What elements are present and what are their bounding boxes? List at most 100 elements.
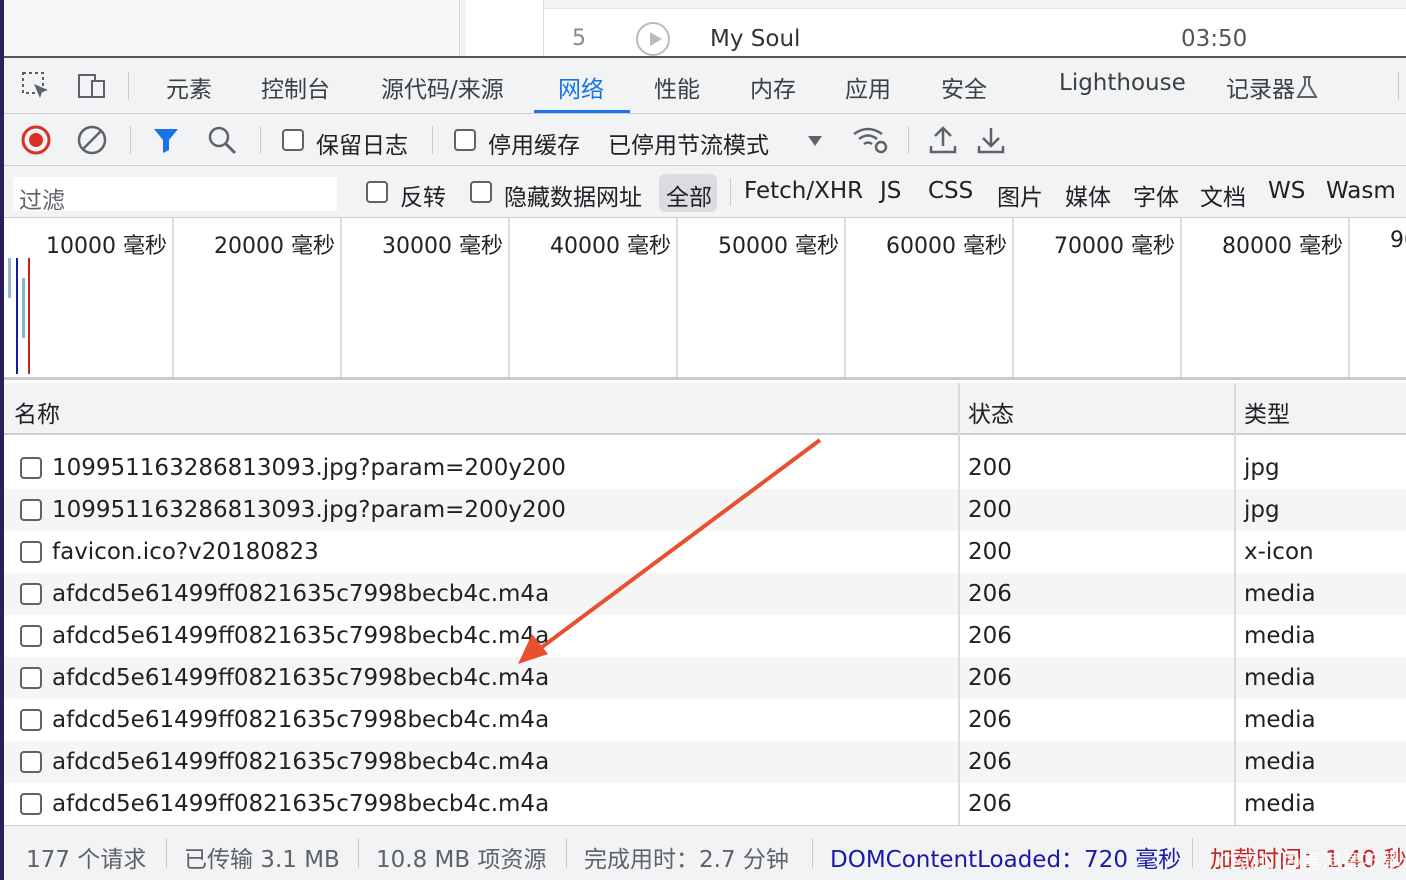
tab-sources[interactable]: 源代码/来源 xyxy=(381,70,504,104)
export-har-icon[interactable] xyxy=(976,124,1006,156)
divider xyxy=(432,126,433,154)
row-checkbox[interactable] xyxy=(20,625,42,647)
network-conditions-icon[interactable] xyxy=(850,124,890,156)
devtools-panel: 元素 控制台 源代码/来源 网络 性能 内存 应用 安全 Lighthouse … xyxy=(4,58,1406,880)
row-checkbox[interactable] xyxy=(20,793,42,815)
column-header-status[interactable]: 状态 xyxy=(968,395,1014,429)
request-name[interactable]: afdcd5e61499ff0821635c7998becb4c.m4a xyxy=(52,581,549,607)
timeline-tick: 10000 毫秒 xyxy=(46,234,167,259)
column-divider[interactable] xyxy=(1234,383,1236,435)
disable-cache-checkbox[interactable] xyxy=(454,129,476,151)
request-type: x-icon xyxy=(1244,539,1314,565)
request-name[interactable]: afdcd5e61499ff0821635c7998becb4c.m4a xyxy=(52,707,549,733)
device-toolbar-icon[interactable] xyxy=(76,70,108,102)
column-header-name[interactable]: 名称 xyxy=(14,395,60,429)
request-type: media xyxy=(1244,581,1316,607)
filter-type-font[interactable]: 字体 xyxy=(1133,178,1179,212)
filter-placeholder: 过滤 xyxy=(19,188,65,214)
table-row[interactable]: afdcd5e61499ff0821635c7998becb4c.m4a 206… xyxy=(4,741,1406,783)
song-title[interactable]: My Soul xyxy=(710,26,800,52)
row-checkbox[interactable] xyxy=(20,499,42,521)
row-checkbox[interactable] xyxy=(20,667,42,689)
table-row[interactable]: afdcd5e61499ff0821635c7998becb4c.m4a 206… xyxy=(4,783,1406,825)
preserve-log-checkbox[interactable] xyxy=(282,129,304,151)
watermark: CSDN @黑洞是不黑 xyxy=(1218,850,1402,874)
tab-lighthouse[interactable]: Lighthouse xyxy=(1059,70,1186,96)
disable-cache-label[interactable]: 停用缓存 xyxy=(488,126,580,160)
inspect-element-icon[interactable] xyxy=(20,70,52,102)
requests-table-header: 名称 状态 类型 xyxy=(4,383,1406,435)
record-stop-icon[interactable] xyxy=(20,124,52,156)
divider xyxy=(730,178,731,206)
tab-elements[interactable]: 元素 xyxy=(166,70,212,104)
table-row[interactable]: afdcd5e61499ff0821635c7998becb4c.m4a 206… xyxy=(4,615,1406,657)
hide-data-urls-label[interactable]: 隐藏数据网址 xyxy=(504,178,642,212)
table-row[interactable]: afdcd5e61499ff0821635c7998becb4c.m4a 206… xyxy=(4,573,1406,615)
filter-icon[interactable] xyxy=(152,126,180,154)
request-status: 206 xyxy=(968,749,1012,775)
row-checkbox[interactable] xyxy=(20,583,42,605)
filter-bar: 过滤 反转 隐藏数据网址 全部 Fetch/XHR JS CSS 图片 媒体 字… xyxy=(4,166,1406,218)
row-checkbox[interactable] xyxy=(20,709,42,731)
divider xyxy=(812,838,813,868)
chevron-down-icon[interactable] xyxy=(806,134,824,148)
preserve-log-label[interactable]: 保留日志 xyxy=(316,126,408,160)
throttling-select[interactable]: 已停用节流模式 xyxy=(608,126,769,160)
song-row[interactable] xyxy=(544,8,1406,56)
request-name[interactable]: afdcd5e61499ff0821635c7998becb4c.m4a xyxy=(52,749,549,775)
page-column-left xyxy=(4,0,460,56)
request-name[interactable]: afdcd5e61499ff0821635c7998becb4c.m4a xyxy=(52,665,549,691)
filter-type-all[interactable]: 全部 xyxy=(666,178,712,212)
table-row[interactable]: afdcd5e61499ff0821635c7998becb4c.m4a 206… xyxy=(4,657,1406,699)
column-divider xyxy=(1234,435,1236,825)
table-row[interactable]: 109951163286813093.jpg?param=200y200 200… xyxy=(4,447,1406,489)
request-type: jpg xyxy=(1244,497,1280,523)
request-name[interactable]: afdcd5e61499ff0821635c7998becb4c.m4a xyxy=(52,623,549,649)
filter-type-ws[interactable]: WS xyxy=(1268,178,1305,204)
request-name[interactable]: afdcd5e61499ff0821635c7998becb4c.m4a xyxy=(52,791,549,817)
timeline-tick: 70000 毫秒 xyxy=(1054,234,1175,259)
filter-type-js[interactable]: JS xyxy=(880,178,901,204)
request-count: 177 个请求 xyxy=(26,847,147,873)
request-name[interactable]: 109951163286813093.jpg?param=200y200 xyxy=(52,455,566,481)
row-checkbox[interactable] xyxy=(20,751,42,773)
network-overview[interactable]: 10000 毫秒 20000 毫秒 30000 毫秒 40000 毫秒 5000… xyxy=(4,218,1406,380)
filter-type-media[interactable]: 媒体 xyxy=(1065,178,1111,212)
tab-recorder[interactable]: 记录器 xyxy=(1226,70,1295,104)
search-icon[interactable] xyxy=(206,124,238,156)
row-checkbox[interactable] xyxy=(20,457,42,479)
filter-input[interactable]: 过滤 xyxy=(12,176,338,214)
filter-type-img[interactable]: 图片 xyxy=(997,178,1043,212)
column-divider[interactable] xyxy=(958,383,960,435)
timeline-tick: 60000 毫秒 xyxy=(886,234,1007,259)
play-icon[interactable] xyxy=(636,22,670,56)
invert-checkbox[interactable] xyxy=(366,181,388,203)
filter-type-css[interactable]: CSS xyxy=(928,178,973,204)
clear-icon[interactable] xyxy=(76,124,108,156)
request-name[interactable]: favicon.ico?v20180823 xyxy=(52,539,319,565)
filter-type-wasm[interactable]: Wasm xyxy=(1326,178,1396,204)
filter-type-fetch-xhr[interactable]: Fetch/XHR xyxy=(744,178,863,204)
tab-console[interactable]: 控制台 xyxy=(261,70,330,104)
finish-time: 完成用时：2.7 分钟 xyxy=(584,847,789,873)
divider xyxy=(128,72,129,100)
table-row[interactable]: 109951163286813093.jpg?param=200y200 200… xyxy=(4,489,1406,531)
import-har-icon[interactable] xyxy=(928,124,958,156)
filter-type-doc[interactable]: 文档 xyxy=(1200,178,1246,212)
tab-network[interactable]: 网络 xyxy=(558,70,604,104)
tab-application[interactable]: 应用 xyxy=(845,70,891,104)
request-bar xyxy=(8,258,11,298)
row-checkbox[interactable] xyxy=(20,541,42,563)
transferred-size: 已传输 3.1 MB xyxy=(184,847,340,873)
tab-performance[interactable]: 性能 xyxy=(654,70,700,104)
column-header-type[interactable]: 类型 xyxy=(1244,395,1290,429)
request-name[interactable]: 109951163286813093.jpg?param=200y200 xyxy=(52,497,566,523)
column-divider xyxy=(958,435,960,825)
invert-label[interactable]: 反转 xyxy=(400,178,446,212)
hide-data-urls-checkbox[interactable] xyxy=(470,181,492,203)
tab-security[interactable]: 安全 xyxy=(941,70,987,104)
table-row[interactable]: afdcd5e61499ff0821635c7998becb4c.m4a 206… xyxy=(4,699,1406,741)
table-row[interactable]: favicon.ico?v20180823 200 x-icon xyxy=(4,531,1406,573)
tab-memory[interactable]: 内存 xyxy=(750,70,796,104)
dom-content-loaded-line xyxy=(16,258,18,374)
